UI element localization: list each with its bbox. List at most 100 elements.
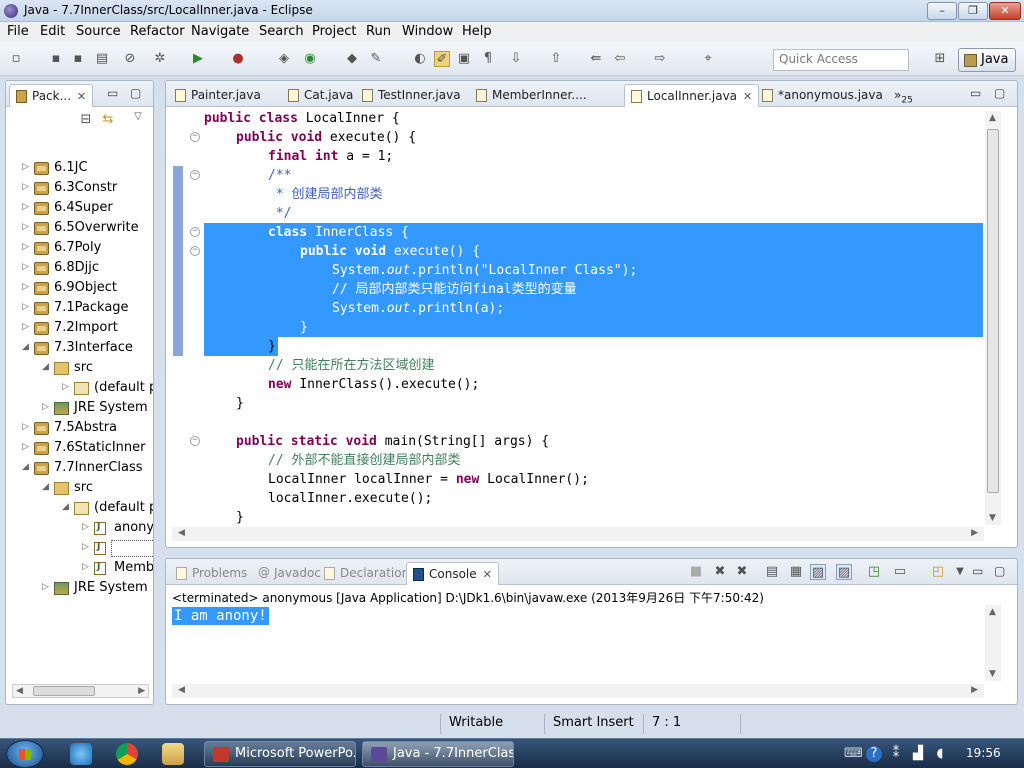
new-icon[interactable]: ▫ <box>8 51 24 67</box>
expand-arrow-icon[interactable]: ◢ <box>22 462 32 472</box>
tab-localinnerjava[interactable]: LocalInner.java ✕ <box>624 84 760 107</box>
expand-arrow-icon[interactable]: ▷ <box>22 262 32 272</box>
expand-arrow-icon[interactable]: ▷ <box>82 562 92 572</box>
run-icon[interactable]: ▶ <box>190 51 206 67</box>
help-icon[interactable]: ? <box>866 746 882 762</box>
menu-run[interactable]: Run <box>366 24 391 39</box>
show-console-on-error-icon[interactable]: ▨ <box>836 564 852 580</box>
fold-toggle-icon[interactable]: − <box>190 436 200 446</box>
tab-painterjava[interactable]: Painter.java <box>169 84 267 107</box>
block-selection-icon[interactable]: ▣ <box>456 51 472 67</box>
editor-horizontal-scrollbar[interactable]: ◀ ▶ <box>172 527 984 541</box>
menu-source[interactable]: Source <box>76 24 121 39</box>
menu-edit[interactable]: Edit <box>40 24 65 39</box>
expand-arrow-icon[interactable]: ▷ <box>42 402 52 412</box>
menu-refactor[interactable]: Refactor <box>130 24 185 39</box>
expand-arrow-icon[interactable]: ▷ <box>22 242 32 252</box>
tab-anonymousjava[interactable]: *anonymous.java <box>756 84 889 107</box>
taskbar-item[interactable]: Java - 7.7InnerClas... <box>362 741 514 767</box>
expand-arrow-icon[interactable]: ▷ <box>22 422 32 432</box>
open-type-icon[interactable]: ◆ <box>344 51 360 67</box>
expand-arrow-icon[interactable]: ▷ <box>82 542 92 552</box>
new-java-project-icon[interactable]: ◈ <box>276 51 292 67</box>
last-edit-icon[interactable]: ⇚ <box>588 51 604 67</box>
previous-annotation-icon[interactable]: ⇧ <box>548 51 564 67</box>
display-selected-console-icon[interactable]: ▭ <box>892 564 908 580</box>
expand-arrow-icon[interactable]: ▷ <box>22 202 32 212</box>
bluetooth-icon[interactable]: ⁑ <box>888 746 904 762</box>
maximize-icon[interactable]: ▢ <box>130 86 141 100</box>
forward-icon[interactable]: ⇨ <box>652 51 668 67</box>
clear-console-icon[interactable]: ▤ <box>764 564 780 580</box>
scroll-right-icon[interactable]: ▶ <box>138 686 145 696</box>
network-icon[interactable]: ▟ <box>910 746 926 762</box>
scroll-right-icon[interactable]: ▶ <box>971 685 978 695</box>
fold-toggle-icon[interactable]: − <box>190 132 200 142</box>
scroll-left-icon[interactable]: ◀ <box>16 686 23 696</box>
tab-problems[interactable]: Problems <box>170 562 253 585</box>
code-editor[interactable]: public class LocalInner {− public void ex… <box>166 109 985 525</box>
pin-editor-icon[interactable]: ⌖ <box>700 51 716 67</box>
scroll-lock-icon[interactable]: ▦ <box>788 564 804 580</box>
menu-search[interactable]: Search <box>259 24 304 39</box>
editor-vertical-scrollbar[interactable]: ▲ ▼ <box>985 111 1001 525</box>
tab-catjava[interactable]: Cat.java <box>282 84 359 107</box>
remove-all-terminated-icon[interactable]: ✖ <box>734 564 750 580</box>
minimize-icon[interactable]: ▭ <box>107 86 118 100</box>
expand-arrow-icon[interactable]: ▷ <box>22 162 32 172</box>
expand-arrow-icon[interactable]: ▷ <box>22 442 32 452</box>
file-explorer-icon[interactable] <box>162 743 184 765</box>
scroll-up-icon[interactable]: ▲ <box>989 607 996 617</box>
maximize-button[interactable]: ❐ <box>958 2 988 20</box>
scroll-left-icon[interactable]: ◀ <box>178 528 185 538</box>
chrome-icon[interactable] <box>116 743 138 765</box>
pin-console-icon[interactable]: ◳ <box>866 564 882 580</box>
scroll-right-icon[interactable]: ▶ <box>971 528 978 538</box>
tab-javadoc[interactable]: @ Javadoc <box>252 562 327 585</box>
java-perspective-button[interactable]: Java <box>958 48 1016 72</box>
menu-window[interactable]: Window <box>402 24 453 39</box>
editor-minimize-icon[interactable]: ▭ <box>970 86 981 100</box>
debug-icon[interactable]: ✲ <box>152 51 168 67</box>
new-class-icon[interactable]: ◉ <box>302 51 318 67</box>
taskbar-item[interactable]: Microsoft PowerPo... <box>204 741 356 767</box>
console-output[interactable]: I am anony! <box>172 607 269 625</box>
tab-declaration[interactable]: Declaration <box>318 562 415 585</box>
menu-file[interactable]: File <box>7 24 29 39</box>
expand-arrow-icon[interactable]: ◢ <box>42 482 52 492</box>
expand-arrow-icon[interactable]: ▷ <box>62 382 72 392</box>
scrollbar-thumb[interactable] <box>987 129 999 493</box>
keyboard-icon[interactable]: ⌨ <box>844 746 863 762</box>
close-icon[interactable]: ✕ <box>77 90 86 103</box>
toggle-mark-occurrences-icon[interactable]: ◐ <box>412 51 428 67</box>
external-tools-icon[interactable]: ● <box>230 51 246 67</box>
scrollbar-thumb[interactable] <box>33 686 95 696</box>
close-button[interactable]: ✕ <box>989 2 1021 20</box>
editor-maximize-icon[interactable]: ▢ <box>994 86 1005 100</box>
scroll-up-icon[interactable]: ▲ <box>989 113 996 123</box>
scroll-left-icon[interactable]: ◀ <box>178 685 185 695</box>
minimize-button[interactable]: – <box>927 2 957 20</box>
tab-console[interactable]: Console ✕ <box>406 562 499 585</box>
scroll-down-icon[interactable]: ▼ <box>989 669 996 679</box>
expand-arrow-icon[interactable]: ▷ <box>22 302 32 312</box>
back-icon[interactable]: ⇦ <box>612 51 628 67</box>
view-menu-icon[interactable]: ▼ <box>952 564 968 580</box>
terminate-icon[interactable]: ■ <box>688 564 704 580</box>
view-menu-icon[interactable]: ▽ <box>130 109 146 125</box>
tab-memberinner[interactable]: MemberInner.... <box>470 84 593 107</box>
tab-overflow[interactable]: »25 <box>888 84 919 107</box>
skip-breakpoints-icon[interactable]: ⊘ <box>122 51 138 67</box>
console-vertical-scrollbar[interactable]: ▲ ▼ <box>985 605 1001 681</box>
menu-navigate[interactable]: Navigate <box>191 24 249 39</box>
expand-arrow-icon[interactable]: ▷ <box>42 582 52 592</box>
internet-explorer-icon[interactable] <box>70 743 92 765</box>
volume-icon[interactable]: ◖ <box>932 746 948 762</box>
tab-package-explorer[interactable]: Pack... ✕ <box>9 84 94 107</box>
fold-toggle-icon[interactable]: − <box>190 170 200 180</box>
expand-arrow-icon[interactable]: ◢ <box>42 362 52 372</box>
scroll-down-icon[interactable]: ▼ <box>989 513 996 523</box>
close-icon[interactable]: ✕ <box>743 90 752 103</box>
remove-launch-icon[interactable]: ✖ <box>712 564 728 580</box>
expand-arrow-icon[interactable]: ▷ <box>22 282 32 292</box>
